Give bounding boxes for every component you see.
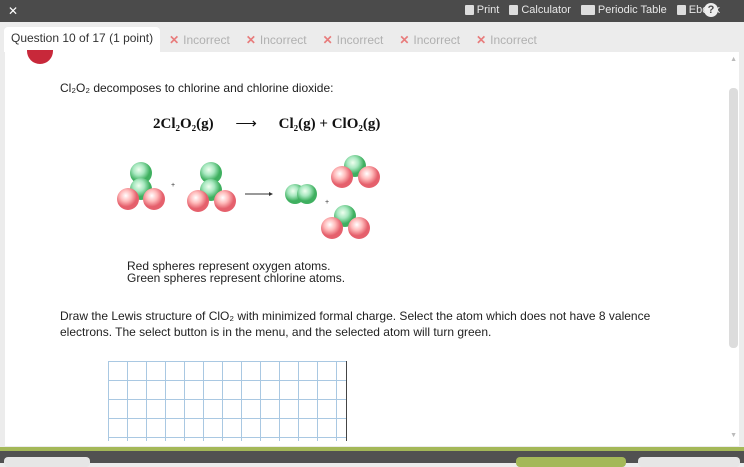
previous-button[interactable] xyxy=(4,457,90,467)
tab-attempt[interactable]: ✕ Incorrect xyxy=(238,27,314,52)
drawing-canvas[interactable] xyxy=(108,361,347,441)
scroll-up-icon[interactable]: ▲ xyxy=(730,56,737,63)
intro-text: Cl₂O₂ decomposes to chlorine and chlorin… xyxy=(60,81,334,95)
help-icon[interactable]: ? xyxy=(704,3,718,17)
instructions-text: Draw the Lewis structure of ClO₂ with mi… xyxy=(60,309,651,339)
scrollbar[interactable]: ▲ ▼ xyxy=(727,52,739,446)
reaction-arrow: ⟶ xyxy=(235,116,257,132)
calculator-button[interactable]: Calculator xyxy=(509,4,571,16)
clo2-molecule-1 xyxy=(331,155,380,188)
incorrect-icon: ✕ xyxy=(476,33,487,47)
calculator-label: Calculator xyxy=(521,4,571,16)
print-label: Print xyxy=(476,4,500,16)
next-button[interactable] xyxy=(638,457,740,467)
tab-current-question[interactable]: Question 10 of 17 (1 point) xyxy=(4,27,161,52)
equation-products: Cl₂(g) + ClO₂(g) xyxy=(278,116,381,132)
table-icon xyxy=(580,5,595,15)
cl2-molecule xyxy=(285,184,317,204)
tab-label: Incorrect xyxy=(336,33,384,47)
printer-icon xyxy=(464,5,474,15)
print-button[interactable]: Print xyxy=(464,4,500,16)
periodic-table-label: Periodic Table xyxy=(597,4,667,16)
scrollbar-thumb[interactable] xyxy=(729,88,738,348)
calculator-icon xyxy=(509,5,519,15)
incorrect-icon: ✕ xyxy=(245,33,256,47)
question-tabs: Question 10 of 17 (1 point) ✕ Incorrect ✕… xyxy=(4,27,546,52)
top-bar: ✕ Print Calculator Periodic Table Ebook … xyxy=(0,0,744,22)
incorrect-icon: ✕ xyxy=(322,33,333,47)
tab-attempt[interactable]: ✕ Incorrect xyxy=(469,27,544,52)
cl2o2-molecule-1 xyxy=(117,162,165,210)
equation-reactants: 2Cl₂O₂(g) xyxy=(153,116,214,132)
clo2-molecule-2 xyxy=(321,205,370,239)
tab-attempt[interactable]: ✕ Incorrect xyxy=(315,27,391,52)
incorrect-icon: ✕ xyxy=(169,33,180,47)
tab-attempt[interactable]: ✕ Incorrect xyxy=(392,27,468,52)
plus-sign: + xyxy=(171,182,175,189)
tab-label: Incorrect xyxy=(183,33,230,47)
cl2o2-molecule-2 xyxy=(187,162,236,212)
gear-icon xyxy=(27,50,53,64)
plus-sign: + xyxy=(325,199,329,206)
scroll-down-icon[interactable]: ▼ xyxy=(730,432,737,439)
bottom-bar xyxy=(0,451,744,467)
tab-label: Incorrect xyxy=(413,33,461,47)
submit-button[interactable] xyxy=(516,457,626,467)
logo-icon: ✕ xyxy=(8,4,19,18)
tab-label: Incorrect xyxy=(259,33,307,47)
question-panel: Cl₂O₂ decomposes to chlorine and chlorin… xyxy=(5,50,739,446)
caption-chlorine: Green spheres represent chlorine atoms. xyxy=(127,271,346,285)
chemical-equation: 2Cl₂O₂(g) ⟶ Cl₂(g) + ClO₂(g) xyxy=(153,114,380,133)
tab-label: Incorrect xyxy=(490,33,537,47)
periodic-table-button[interactable]: Periodic Table xyxy=(580,4,667,16)
book-icon xyxy=(676,5,686,15)
incorrect-icon: ✕ xyxy=(399,33,410,47)
tab-attempt[interactable]: ✕ Incorrect xyxy=(162,27,237,52)
